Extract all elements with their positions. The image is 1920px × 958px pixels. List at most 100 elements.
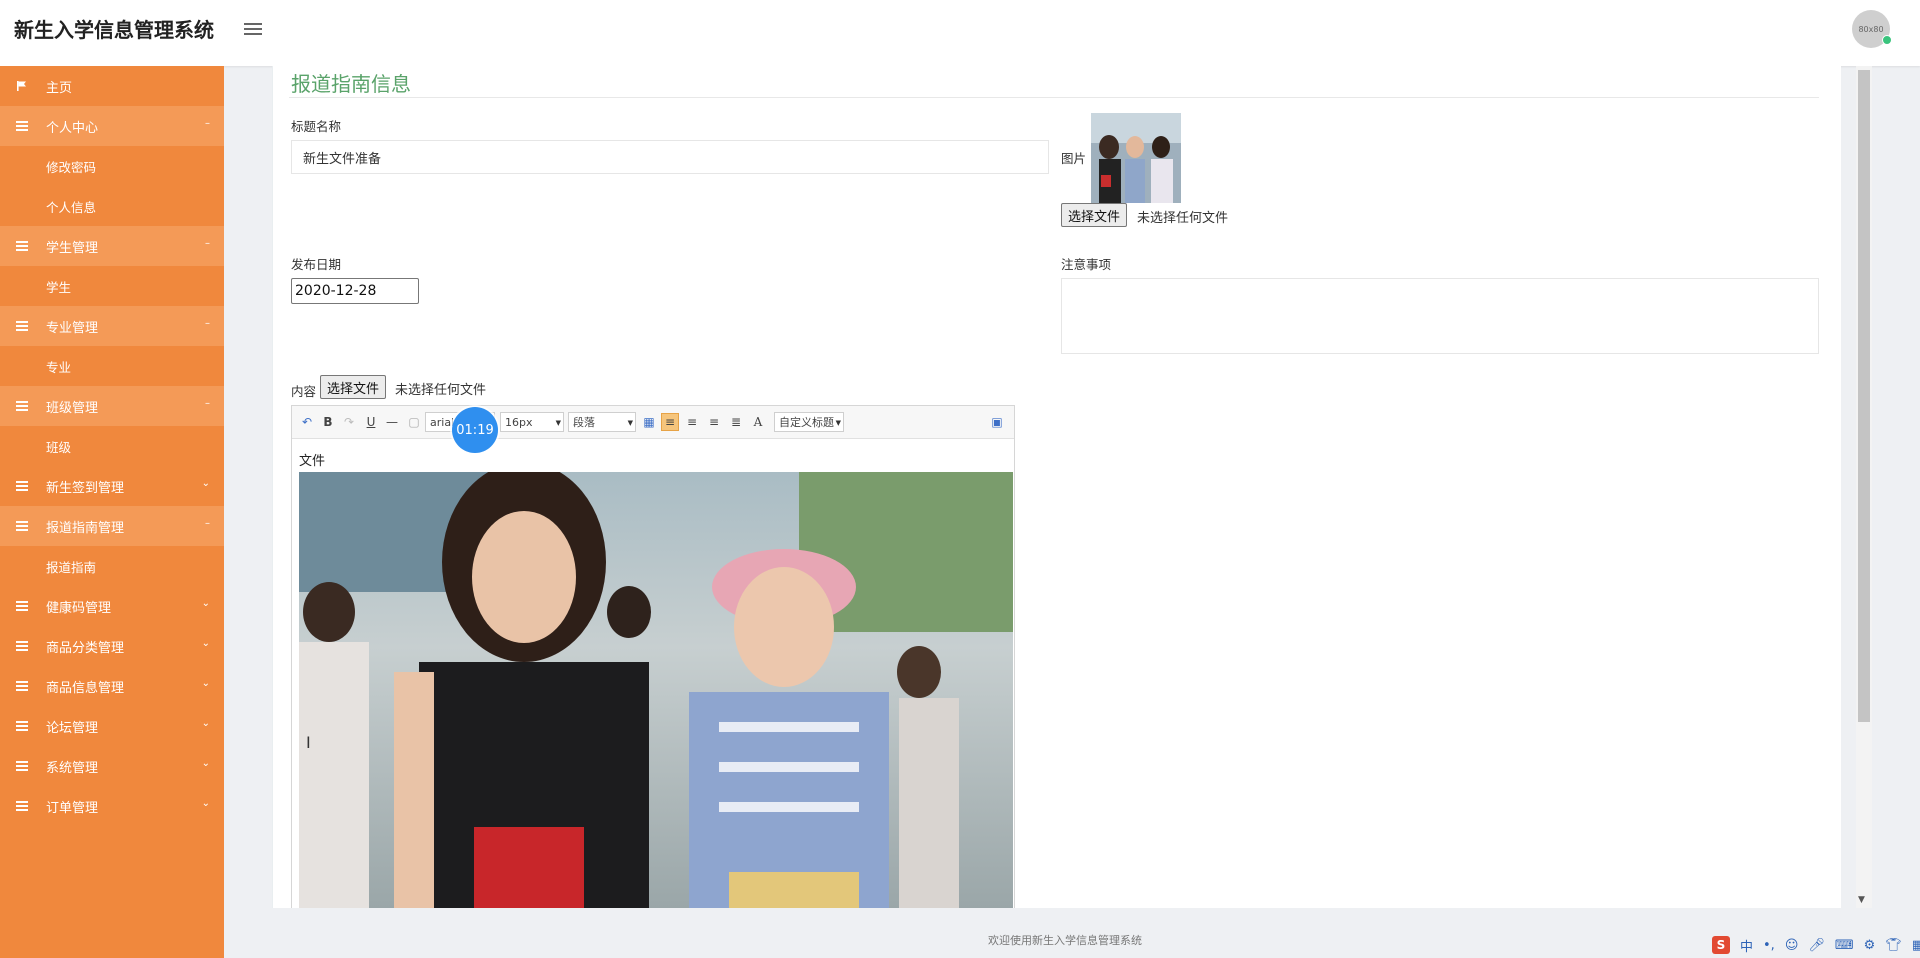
- tools-icon[interactable]: ⚙: [1864, 938, 1876, 953]
- custom-title-select[interactable]: 自定义标题 ▼: [774, 412, 844, 432]
- expand-icon: ⌄: [201, 718, 210, 729]
- collapse-icon: –: [205, 118, 210, 129]
- font-size-select[interactable]: 16px ▼: [500, 412, 564, 432]
- redo-icon[interactable]: ↷: [340, 413, 358, 431]
- list-icon: [12, 721, 32, 731]
- sidebar-subitem-change-password[interactable]: 修改密码: [0, 146, 224, 186]
- sidebar-item-label: 报道指南管理: [46, 520, 125, 536]
- section-title: 报道指南信息: [291, 72, 411, 96]
- grid-menu-icon[interactable]: ▦: [1912, 938, 1920, 953]
- sidebar-subitem-personal-info[interactable]: 个人信息: [0, 186, 224, 226]
- notes-label: 注意事项: [1061, 257, 1112, 272]
- form-card: 报道指南信息 标题名称 新生文件准备 图片 选择文件 未选择任何文件 发布日期 …: [272, 66, 1841, 910]
- bold-icon[interactable]: B: [319, 413, 337, 431]
- sidebar-item-label: 专业管理: [46, 320, 99, 336]
- emoji-icon[interactable]: ☺: [1785, 938, 1799, 953]
- image-file-status: 未选择任何文件: [1137, 211, 1229, 226]
- avatar[interactable]: 80x80: [1852, 10, 1892, 48]
- skin-icon[interactable]: 👕︎: [1885, 938, 1902, 953]
- section-divider: [289, 97, 1819, 98]
- sidebar-item-order-management[interactable]: 订单管理 ⌄: [0, 786, 224, 826]
- clear-format-icon[interactable]: ▢: [405, 413, 423, 431]
- collapse-icon: –: [205, 518, 210, 529]
- paragraph-value: 段落: [573, 416, 595, 429]
- sidebar-item-label: 个人信息: [46, 199, 97, 215]
- sidebar-item-product-management[interactable]: 商品信息管理 ⌄: [0, 666, 224, 706]
- sidebar-item-label: 班级: [46, 439, 72, 455]
- collapse-icon: –: [205, 238, 210, 249]
- page-scrollbar-thumb[interactable]: [1858, 70, 1870, 722]
- sidebar-item-major-management[interactable]: 专业管理 –: [0, 306, 224, 346]
- expand-icon: ⌄: [201, 678, 210, 689]
- expand-icon: ⌄: [201, 798, 210, 809]
- date-input[interactable]: 2020-12-28: [291, 278, 419, 304]
- sidebar-item-home[interactable]: 主页: [0, 66, 224, 106]
- sidebar-item-label: 学生: [46, 279, 72, 295]
- ime-tray: S 中 •, ☺ 🎤︎ ⌨ ⚙ 👕︎ ▦: [1712, 932, 1920, 958]
- collapse-icon: –: [205, 398, 210, 409]
- align-left-icon[interactable]: ≡: [661, 413, 679, 431]
- expand-icon: ⌄: [201, 638, 210, 649]
- custom-title-value: 自定义标题: [779, 416, 834, 429]
- underline-icon[interactable]: U: [362, 413, 380, 431]
- sidebar-item-label: 系统管理: [46, 760, 99, 776]
- content-file-status: 未选择任何文件: [395, 383, 487, 398]
- punctuation-icon[interactable]: •,: [1763, 938, 1775, 953]
- sidebar-item-label: 订单管理: [46, 800, 99, 816]
- scroll-down-arrow-icon[interactable]: ▼: [1858, 895, 1865, 905]
- sidebar-subitem-student[interactable]: 学生: [0, 266, 224, 306]
- collapse-icon: –: [205, 318, 210, 329]
- align-right-icon[interactable]: ≡: [683, 413, 701, 431]
- sidebar-item-label: 个人中心: [46, 120, 99, 136]
- flag-icon: [12, 80, 32, 92]
- sidebar-subitem-guide[interactable]: 报道指南: [0, 546, 224, 586]
- sidebar-item-label: 商品信息管理: [46, 680, 125, 696]
- sidebar-item-guide-management[interactable]: 报道指南管理 –: [0, 506, 224, 546]
- menu-toggle-icon[interactable]: [244, 20, 262, 38]
- image-file-button[interactable]: 选择文件: [1061, 203, 1128, 227]
- image-thumbnail: [1091, 113, 1181, 203]
- sogou-logo-icon[interactable]: S: [1712, 936, 1730, 954]
- sidebar-item-personal-center[interactable]: 个人中心 –: [0, 106, 224, 146]
- sidebar-item-student-management[interactable]: 学生管理 –: [0, 226, 224, 266]
- keyboard-icon[interactable]: ⌨: [1835, 938, 1854, 953]
- online-status-icon: [1882, 35, 1892, 45]
- undo-icon[interactable]: ↶: [298, 413, 316, 431]
- title-label: 标题名称: [291, 119, 342, 134]
- list-icon: [12, 321, 32, 331]
- footer: 欢迎使用新生入学信息管理系统: [224, 908, 1920, 958]
- editor-embedded-photo[interactable]: [299, 472, 1013, 909]
- table-icon[interactable]: ▦: [640, 413, 658, 431]
- sidebar-subitem-class[interactable]: 班级: [0, 426, 224, 466]
- sidebar-item-forum-management[interactable]: 论坛管理 ⌄: [0, 706, 224, 746]
- title-input[interactable]: 新生文件准备: [291, 140, 1049, 174]
- align-justify-icon[interactable]: ≣: [727, 413, 745, 431]
- sidebar-item-label: 商品分类管理: [46, 640, 125, 656]
- paragraph-select[interactable]: 段落 ▼: [568, 412, 636, 432]
- editor-toolbar: ↶ B ↷ U — ▢ arial▼ 16px▼ 段落▼ ▦ ≡ ≡ ≡ ≣ A…: [292, 406, 1014, 439]
- microphone-icon[interactable]: 🎤︎: [1808, 938, 1825, 953]
- sidebar-item-checkin-management[interactable]: 新生签到管理 ⌄: [0, 466, 224, 506]
- font-color-icon[interactable]: A: [749, 413, 767, 431]
- sidebar-item-system-management[interactable]: 系统管理 ⌄: [0, 746, 224, 786]
- date-label: 发布日期: [291, 257, 342, 272]
- notes-textarea[interactable]: [1061, 278, 1819, 354]
- sidebar-item-healthcode-management[interactable]: 健康码管理 ⌄: [0, 586, 224, 626]
- align-center-icon[interactable]: ≡: [705, 413, 723, 431]
- ime-mode-indicator[interactable]: 中: [1740, 936, 1753, 955]
- list-icon: [12, 801, 32, 811]
- sidebar-item-label: 修改密码: [46, 159, 97, 175]
- app-title: 新生入学信息管理系统: [14, 18, 214, 42]
- sidebar-subitem-major[interactable]: 专业: [0, 346, 224, 386]
- sidebar-item-category-management[interactable]: 商品分类管理 ⌄: [0, 626, 224, 666]
- expand-icon: ⌄: [201, 478, 210, 489]
- fullscreen-icon[interactable]: ▣: [988, 413, 1006, 431]
- avatar-placeholder-text: 80x80: [1858, 24, 1884, 34]
- sidebar-item-class-management[interactable]: 班级管理 –: [0, 386, 224, 426]
- text-cursor-icon: I: [306, 733, 311, 752]
- content-file-button[interactable]: 选择文件: [320, 375, 387, 399]
- rich-text-editor[interactable]: ↶ B ↷ U — ▢ arial▼ 16px▼ 段落▼ ▦ ≡ ≡ ≡ ≣ A…: [291, 405, 1015, 910]
- horizontal-rule-icon[interactable]: —: [383, 413, 401, 431]
- editor-text-line[interactable]: 文件: [299, 450, 325, 469]
- sidebar-item-label: 班级管理: [46, 400, 99, 416]
